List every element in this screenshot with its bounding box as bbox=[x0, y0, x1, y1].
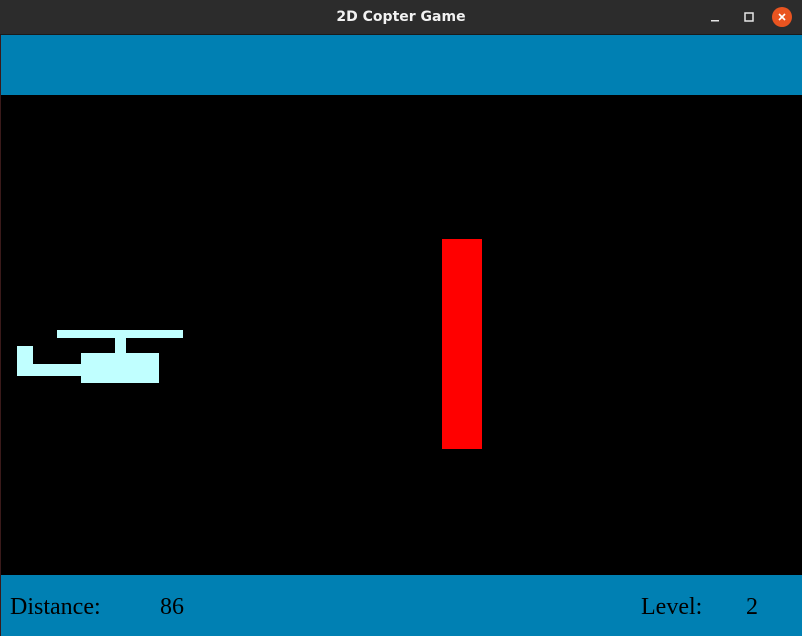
title-bar[interactable]: 2D Copter Game bbox=[0, 0, 802, 35]
minimize-button[interactable] bbox=[704, 6, 726, 28]
maximize-button[interactable] bbox=[738, 6, 760, 28]
close-circle bbox=[772, 7, 792, 27]
level-label: Level: bbox=[641, 594, 703, 620]
obstacle-block bbox=[442, 239, 482, 449]
close-icon bbox=[778, 13, 786, 21]
minimize-icon bbox=[711, 20, 719, 22]
helicopter-rotor bbox=[57, 330, 183, 338]
helicopter-tail-fin bbox=[17, 346, 33, 364]
close-button[interactable] bbox=[771, 6, 793, 28]
playfield[interactable] bbox=[0, 95, 802, 575]
window-edge bbox=[0, 35, 1, 636]
maximize-icon bbox=[744, 12, 754, 22]
helicopter-mast bbox=[115, 338, 126, 353]
level-value: 2 bbox=[746, 594, 758, 620]
hud-bar: Distance: 86 Level: 2 bbox=[0, 575, 802, 636]
window-title: 2D Copter Game bbox=[336, 9, 466, 25]
game-window: 2D Copter Game Distance: 86 Level: 2 bbox=[0, 0, 802, 636]
top-boundary-bar bbox=[0, 35, 802, 95]
distance-label: Distance: bbox=[10, 594, 101, 620]
helicopter-tail-boom bbox=[17, 364, 81, 376]
helicopter-body bbox=[81, 353, 159, 383]
distance-value: 86 bbox=[160, 594, 184, 620]
